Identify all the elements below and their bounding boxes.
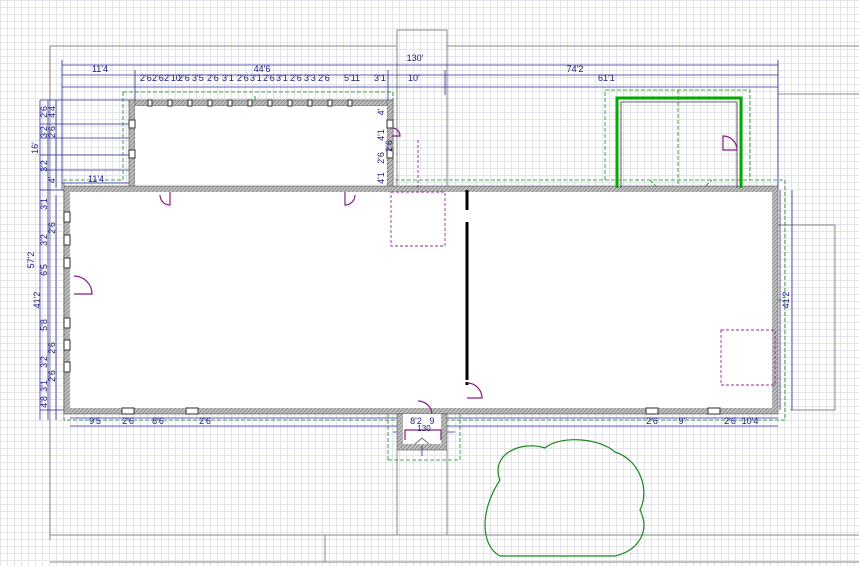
dim-left-s: 4'8: [39, 396, 49, 408]
dim-left-s: 2'6: [47, 342, 57, 354]
dim-seg: 5'11: [344, 73, 360, 83]
dim-ur-v: 4'1: [376, 172, 386, 184]
dim-seg: 3'1: [276, 73, 288, 83]
dim-bottom-r: 2'6: [646, 416, 658, 426]
window-icon: [63, 339, 71, 351]
tree-icon: [484, 439, 645, 557]
dim-left-s: 4': [47, 176, 57, 183]
dim-right-v: 41'2: [781, 292, 791, 309]
dim-left-s: 2'6: [47, 126, 57, 138]
window-icon: [63, 211, 71, 223]
dim-left-s: 6'5: [39, 264, 49, 276]
dim-seg: 2'6: [237, 73, 249, 83]
window-icon: [247, 99, 253, 107]
dim-bottom: 9'5: [89, 416, 101, 426]
dim-bottom-r: 9': [679, 416, 686, 426]
dim-left-s: 3'1: [39, 198, 49, 210]
dim-bottom-r: 2'6: [724, 416, 736, 426]
dim-ur-v: 4': [376, 108, 386, 115]
dim-top-c: 74'2: [567, 64, 584, 74]
dim-seg: 10': [408, 73, 420, 83]
dim-top-a: 11'4: [92, 64, 108, 74]
window-icon: [327, 99, 333, 107]
window-icon: [287, 99, 293, 107]
dim-left-s: 4'4: [47, 106, 57, 118]
window-icon: [267, 99, 273, 107]
dim-top-total: 130': [407, 53, 424, 63]
window-icon: [63, 361, 71, 373]
dim-left-v: 16': [30, 142, 40, 154]
dim-left-v: 57'2: [26, 252, 36, 269]
window-icon: [645, 407, 659, 415]
main-building: [63, 185, 779, 415]
dim-seg: 2'6: [290, 73, 302, 83]
window-icon: [207, 99, 213, 107]
floor-plan-canvas[interactable]: 130' 11'4 44'6 74'2 2'6 2'6 2'10 2'6 3'5…: [0, 0, 859, 566]
dim-seg: 3'1: [250, 73, 262, 83]
dim-left-s: 3'2: [39, 234, 49, 246]
dim-seg: 2'6: [140, 73, 152, 83]
dim-left-s: 5'8: [39, 319, 49, 331]
window-icon: [307, 99, 313, 107]
dim-bottom: 2'6: [199, 416, 211, 426]
dim-bottom: 8'6: [152, 416, 164, 426]
window-icon: [63, 317, 71, 329]
dim-left-s: 3'2: [39, 356, 49, 368]
window-icon: [386, 119, 394, 129]
dim-seg: 3'3: [304, 73, 316, 83]
dim-bottom-mid: 130: [417, 424, 431, 433]
dim-seg: 61'1: [598, 73, 615, 83]
dim-left-s: 2'6: [47, 222, 57, 234]
window-icon: [63, 234, 71, 246]
dim-seg: 3'1: [374, 73, 386, 83]
upper-wing: [128, 99, 394, 191]
dim-seg: 2'6: [207, 73, 219, 83]
dim-ur-v: 2'6: [384, 140, 394, 152]
dim-left-s: 3'2: [39, 160, 49, 172]
window-icon: [147, 99, 153, 107]
window-icon: [167, 99, 173, 107]
dim-seg: 2'6: [152, 73, 164, 83]
window-icon: [121, 407, 135, 415]
dim-seg: 2'6: [318, 73, 330, 83]
window-icon: [187, 99, 193, 107]
dim-ur-v: 2'6: [376, 152, 386, 164]
dim-bottom-r: 10'4: [742, 416, 759, 426]
garage: [615, 96, 743, 188]
dim-left-v: 41'2: [32, 292, 42, 309]
dim-seg: 3'1: [222, 73, 234, 83]
dim-left-mid: 11'4: [88, 174, 104, 184]
window-icon: [128, 149, 136, 159]
dim-seg: 2'6: [178, 73, 190, 83]
dim-ur-v: 4'1: [376, 129, 386, 141]
window-icon: [227, 99, 233, 107]
window-icon: [128, 119, 136, 129]
window-icon: [707, 407, 721, 415]
window-icon: [63, 257, 71, 269]
window-icon: [347, 99, 353, 107]
dim-bottom: 2'6: [122, 416, 134, 426]
dim-left-s: 3'1: [39, 380, 49, 392]
dim-left-s: 2'6: [47, 370, 57, 382]
dim-seg: 2'6: [263, 73, 275, 83]
dim-seg: 3'5: [192, 73, 204, 83]
window-icon: [185, 407, 199, 415]
